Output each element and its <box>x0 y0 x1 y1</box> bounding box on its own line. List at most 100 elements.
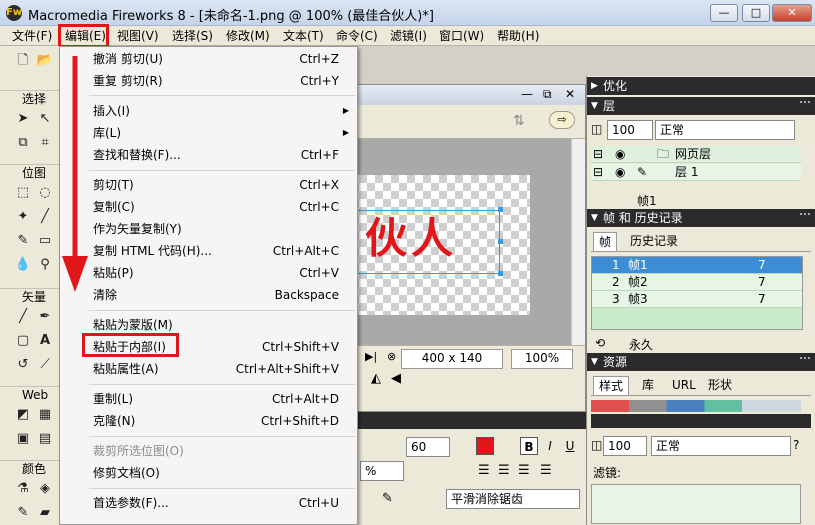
doc-close-icon[interactable]: ✕ <box>565 87 575 101</box>
zoom-readout[interactable]: 100% <box>511 349 573 369</box>
visibility-eye-icon[interactable]: ◉ <box>615 146 625 163</box>
doc-restore-icon[interactable]: ⧉ <box>543 87 552 102</box>
tab-frames[interactable]: 帧 <box>593 232 618 252</box>
canvas-text[interactable]: 伙人 <box>365 205 457 266</box>
filters-list[interactable] <box>591 484 801 524</box>
italic-button[interactable]: I <box>542 437 558 455</box>
selection-handle[interactable] <box>498 207 503 212</box>
style-swatches[interactable] <box>591 400 801 412</box>
menu-item-undo[interactable]: 撤消 剪切(U) Ctrl+Z <box>60 48 357 70</box>
align-center-icon[interactable]: ☰ <box>498 463 510 478</box>
menu-select[interactable]: 选择(S) <box>170 26 215 46</box>
frame-row[interactable]: 3 帧3 7 <box>592 291 802 308</box>
frame-delay[interactable]: 7 <box>758 274 766 291</box>
knife-tool-icon[interactable]: ⟋ <box>36 356 54 374</box>
menu-item-redo[interactable]: 重复 剪切(R) Ctrl+Y <box>60 70 357 92</box>
panel-options-icon[interactable] <box>800 101 810 113</box>
blend-mode-select[interactable]: 正常 <box>651 436 791 456</box>
align-left-icon[interactable]: ☰ <box>478 463 490 478</box>
freeform-tool-icon[interactable]: ↺ <box>14 356 32 374</box>
layer-name[interactable]: 层 1 <box>675 164 698 181</box>
paint-bucket-tool-icon[interactable]: ◈ <box>36 480 54 498</box>
menu-item-copy-html[interactable]: 复制 HTML 代码(H)... Ctrl+Alt+C <box>60 240 357 262</box>
menu-commands[interactable]: 命令(C) <box>334 26 380 46</box>
selection-handle[interactable] <box>498 239 503 244</box>
marquee-tool-icon[interactable]: ⬚ <box>14 184 32 202</box>
layer-blend-select[interactable]: 正常 <box>655 120 795 140</box>
frames-panel-header[interactable]: ▼ 帧 和 历史记录 <box>587 209 815 227</box>
loop-icon[interactable]: ⟲ <box>595 336 605 350</box>
panel-options-icon[interactable] <box>800 357 810 369</box>
underline-button[interactable]: U <box>562 437 578 455</box>
eyedropper-tool-icon[interactable]: ⚗ <box>14 480 32 498</box>
maximize-button[interactable]: □ <box>742 4 770 22</box>
play-frame-icon[interactable]: ▶| <box>365 350 377 363</box>
tab-history[interactable]: 历史记录 <box>625 232 683 250</box>
flip-horizontal-icon[interactable]: ◭ <box>371 371 381 386</box>
menu-file[interactable]: 文件(F) <box>10 26 54 46</box>
assets-panel-header[interactable]: ▼ 资源 <box>587 353 815 371</box>
vertical-scrollbar[interactable] <box>571 139 585 345</box>
slice-tool-icon[interactable]: ▦ <box>36 406 54 424</box>
scale-tool-icon[interactable]: ⧉ <box>14 134 32 152</box>
menu-help[interactable]: 帮助(H) <box>495 26 541 46</box>
pencil-tool-icon[interactable]: ✎ <box>14 232 32 250</box>
menu-item-copy-vector[interactable]: 作为矢量复制(Y) <box>60 218 357 240</box>
menu-view[interactable]: 视图(V) <box>115 26 161 46</box>
percent-field[interactable]: % <box>360 461 404 481</box>
menu-item-preferences[interactable]: 首选参数(F)... Ctrl+U <box>60 492 357 514</box>
close-button[interactable]: ✕ <box>772 4 812 22</box>
font-size-field[interactable]: 60 <box>406 437 450 457</box>
align-justify-icon[interactable]: ☰ <box>540 463 552 478</box>
frame-row[interactable]: 1 帧1 7 <box>592 257 802 274</box>
tab-url[interactable]: URL <box>667 376 701 394</box>
layers-panel-header[interactable]: ▼ 层 <box>587 97 815 115</box>
hide-slices-icon[interactable]: ▣ <box>14 430 32 448</box>
hotspot-tool-icon[interactable]: ◩ <box>14 406 32 424</box>
panel-options-icon[interactable] <box>800 213 810 225</box>
edit-lock-icon[interactable]: ✎ <box>637 164 647 181</box>
sort-icon[interactable]: ⇅ <box>513 113 525 129</box>
frame-delay[interactable]: 7 <box>758 291 766 308</box>
menu-item-find-replace[interactable]: 查找和替换(F)... Ctrl+F <box>60 144 357 166</box>
menu-item-cut[interactable]: 剪切(T) Ctrl+X <box>60 174 357 196</box>
tab-styles[interactable]: 样式 <box>593 376 630 396</box>
brush-tool-icon[interactable]: ╱ <box>36 208 54 226</box>
rubber-stamp-tool-icon[interactable]: ⚲ <box>36 256 54 274</box>
stroke-pencil-icon[interactable]: ✎ <box>382 491 393 506</box>
visibility-eye-icon[interactable]: ◉ <box>615 164 625 181</box>
loop-count-label[interactable]: 永久 <box>629 336 653 353</box>
opacity-field[interactable]: 100 <box>603 436 647 456</box>
optimize-panel-header[interactable]: ▶ 优化 <box>587 77 815 95</box>
layer-row-web[interactable]: ⊟ ◉ 🗀 网页层 <box>591 146 801 163</box>
crop-tool-icon[interactable]: ⌗ <box>36 134 54 152</box>
subselect-tool-icon[interactable]: ↖ <box>36 110 54 128</box>
selection-handle[interactable] <box>498 271 503 276</box>
align-right-icon[interactable]: ☰ <box>518 463 530 478</box>
menu-filters[interactable]: 滤镜(I) <box>388 26 429 46</box>
stroke-color-icon[interactable]: ✎ <box>14 504 32 522</box>
expand-icon[interactable]: ⊟ <box>593 146 603 163</box>
show-slices-icon[interactable]: ▤ <box>36 430 54 448</box>
menu-modify[interactable]: 修改(M) <box>224 26 272 46</box>
preview-options-icon[interactable]: ⇨ <box>549 111 575 129</box>
bold-button[interactable]: B <box>520 437 538 455</box>
new-document-icon[interactable]: 🗋 <box>14 52 32 70</box>
frame-row[interactable]: 2 帧2 7 <box>592 274 802 291</box>
magic-wand-tool-icon[interactable]: ✦ <box>14 208 32 226</box>
text-tool-icon[interactable]: A <box>36 332 54 350</box>
menu-item-paste-attributes[interactable]: 粘贴属性(A) Ctrl+Alt+Shift+V <box>60 358 357 380</box>
open-folder-icon[interactable]: 📂 <box>36 52 54 70</box>
menu-item-library[interactable]: 库(L) ▶ <box>60 122 357 144</box>
frame-delay[interactable]: 7 <box>758 257 766 274</box>
antialias-select[interactable]: 平滑消除锯齿 <box>446 489 580 509</box>
menu-item-clone[interactable]: 克隆(N) Ctrl+Shift+D <box>60 410 357 432</box>
menu-window[interactable]: 窗口(W) <box>437 26 486 46</box>
menu-item-copy[interactable]: 复制(C) Ctrl+C <box>60 196 357 218</box>
menu-item-clear[interactable]: 清除 Backspace <box>60 284 357 306</box>
layer-name[interactable]: 网页层 <box>675 146 711 163</box>
blur-tool-icon[interactable]: 💧 <box>14 256 32 274</box>
pointer-tool-icon[interactable]: ➤ <box>14 110 32 128</box>
help-icon[interactable]: ? <box>793 438 799 452</box>
tab-library[interactable]: 库 <box>637 376 659 394</box>
